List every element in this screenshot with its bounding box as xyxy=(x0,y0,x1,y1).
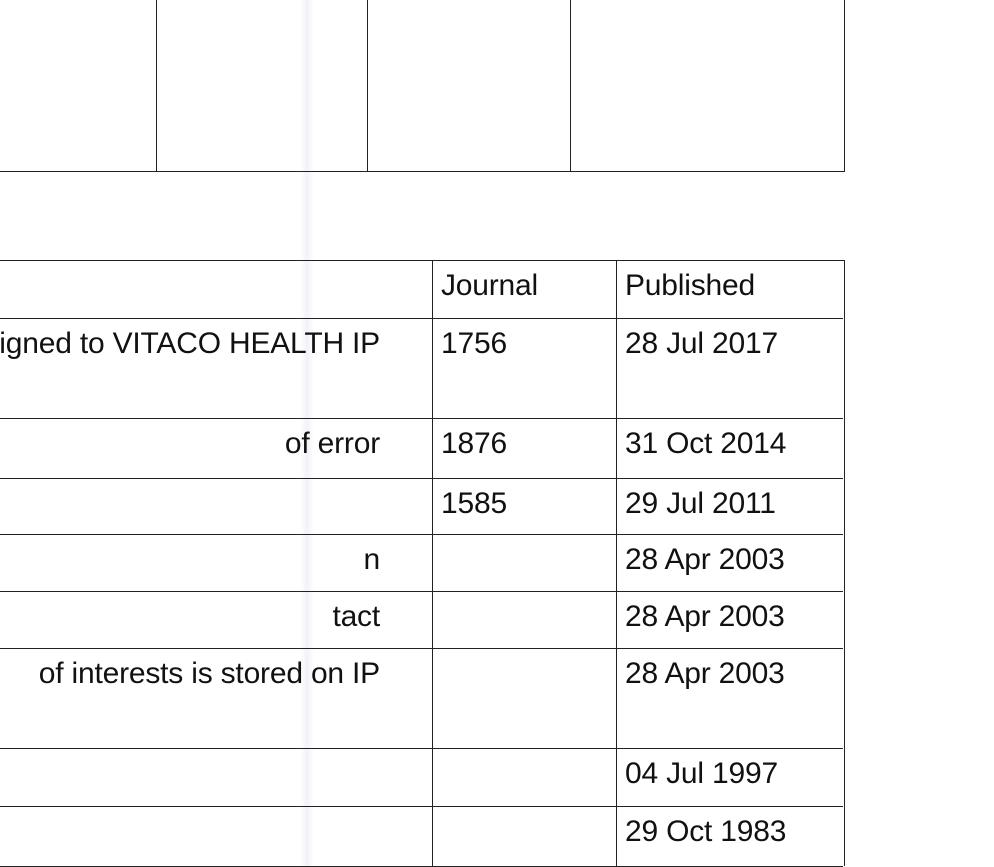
journal-cell: 1756 xyxy=(432,319,616,418)
journal-cell: 1585 xyxy=(432,479,616,534)
event-cell xyxy=(0,807,432,866)
published-cell: 28 Jul 2017 xyxy=(616,319,843,418)
published-date: 04 Jul 1997 xyxy=(625,757,778,790)
header-published-label: Published xyxy=(625,269,755,302)
header-cell-journal: Journal xyxy=(432,261,616,318)
table-row: igned to VITACO HEALTH IP 1756 28 Jul 20… xyxy=(0,319,843,419)
published-date: 29 Oct 1983 xyxy=(625,815,787,848)
journal-cell: 1876 xyxy=(432,419,616,478)
header-journal-label: Journal xyxy=(441,269,538,302)
published-cell: 28 Apr 2003 xyxy=(616,592,843,648)
table-row: tact 28 Apr 2003 xyxy=(0,592,843,649)
table-row: n 28 Apr 2003 xyxy=(0,535,843,592)
journal-cell xyxy=(432,807,616,866)
table-row: of interests is stored on IP 28 Apr 2003 xyxy=(0,649,843,749)
event-text: tact xyxy=(332,600,380,633)
header-cell-published: Published xyxy=(616,261,843,318)
table-row: 04 Jul 1997 xyxy=(0,749,843,807)
event-text: of error xyxy=(284,427,380,460)
events-table: Journal Published igned to VITACO HEALTH… xyxy=(0,260,845,867)
header-cell-event xyxy=(0,261,432,318)
journal-number: 1585 xyxy=(441,487,507,520)
journal-cell xyxy=(432,649,616,748)
journal-cell xyxy=(432,749,616,806)
column-divider xyxy=(570,0,571,171)
published-date: 28 Apr 2003 xyxy=(625,543,785,576)
table-header-row: Journal Published xyxy=(0,261,843,319)
published-cell: 29 Oct 1983 xyxy=(616,807,843,866)
event-text: igned to VITACO HEALTH IP xyxy=(0,327,380,360)
published-cell: 29 Jul 2011 xyxy=(616,479,843,534)
table-row: of error 1876 31 Oct 2014 xyxy=(0,419,843,479)
published-cell: 28 Apr 2003 xyxy=(616,649,843,748)
event-cell: of interests is stored on IP xyxy=(0,649,432,748)
published-date: 29 Jul 2011 xyxy=(625,487,776,520)
published-cell: 28 Apr 2003 xyxy=(616,535,843,591)
column-divider xyxy=(367,0,368,171)
published-cell: 04 Jul 1997 xyxy=(616,749,843,806)
event-text: of interests is stored on IP xyxy=(38,657,380,690)
column-divider xyxy=(156,0,157,171)
event-cell: n xyxy=(0,535,432,591)
event-cell xyxy=(0,479,432,534)
event-cell xyxy=(0,749,432,806)
event-text: n xyxy=(363,543,381,576)
event-cell: tact xyxy=(0,592,432,648)
published-date: 28 Jul 2017 xyxy=(625,327,778,360)
journal-cell xyxy=(432,535,616,591)
event-cell: igned to VITACO HEALTH IP xyxy=(0,319,432,418)
published-date: 28 Apr 2003 xyxy=(625,657,785,690)
journal-cell xyxy=(432,592,616,648)
table-row: 1585 29 Jul 2011 xyxy=(0,479,843,535)
document-page: Journal Published igned to VITACO HEALTH… xyxy=(0,0,994,867)
published-cell: 31 Oct 2014 xyxy=(616,419,843,478)
previous-table-fragment xyxy=(0,0,845,172)
published-date: 28 Apr 2003 xyxy=(625,600,785,633)
journal-number: 1756 xyxy=(441,327,507,360)
journal-number: 1876 xyxy=(441,427,507,460)
table-row: 29 Oct 1983 xyxy=(0,807,843,867)
published-date: 31 Oct 2014 xyxy=(625,427,787,460)
event-cell: of error xyxy=(0,419,432,478)
